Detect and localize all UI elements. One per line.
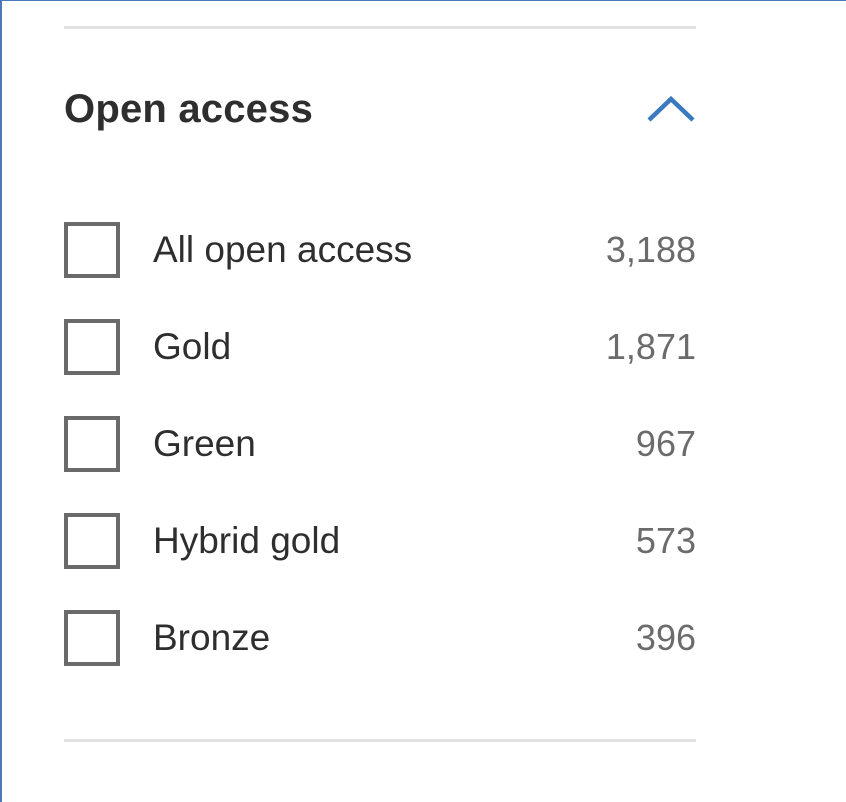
chevron-up-icon	[647, 95, 695, 122]
checkbox[interactable]	[64, 318, 120, 375]
checkbox[interactable]	[64, 609, 120, 666]
top-divider	[64, 26, 696, 29]
option-label: Bronze	[153, 616, 271, 658]
option-count: 1,871	[605, 325, 696, 367]
option-count: 3,188	[605, 228, 696, 270]
option-count: 967	[635, 422, 696, 464]
filter-option-gold[interactable]: Gold 1,871	[64, 298, 696, 395]
option-label: Hybrid gold	[153, 519, 341, 561]
filter-title: Open access	[64, 86, 314, 131]
option-count: 573	[635, 519, 696, 561]
checkbox[interactable]	[64, 221, 120, 278]
filter-option-bronze[interactable]: Bronze 396	[64, 589, 696, 686]
filter-options-list: All open access 3,188 Gold 1,871 Green 9…	[64, 201, 696, 686]
filter-header[interactable]: Open access	[64, 79, 696, 139]
option-label: All open access	[153, 228, 413, 270]
filter-option-all-open-access[interactable]: All open access 3,188	[64, 201, 696, 298]
option-count: 396	[635, 616, 696, 658]
collapse-toggle-button[interactable]	[640, 89, 696, 129]
option-label: Gold	[153, 325, 232, 367]
checkbox[interactable]	[64, 512, 120, 569]
checkbox[interactable]	[64, 415, 120, 472]
filter-panel: Open access All open access 3,188 Gold 1…	[0, 0, 846, 802]
filter-option-green[interactable]: Green 967	[64, 395, 696, 492]
option-label: Green	[153, 422, 256, 464]
filter-option-hybrid-gold[interactable]: Hybrid gold 573	[64, 492, 696, 589]
bottom-divider	[64, 739, 696, 742]
